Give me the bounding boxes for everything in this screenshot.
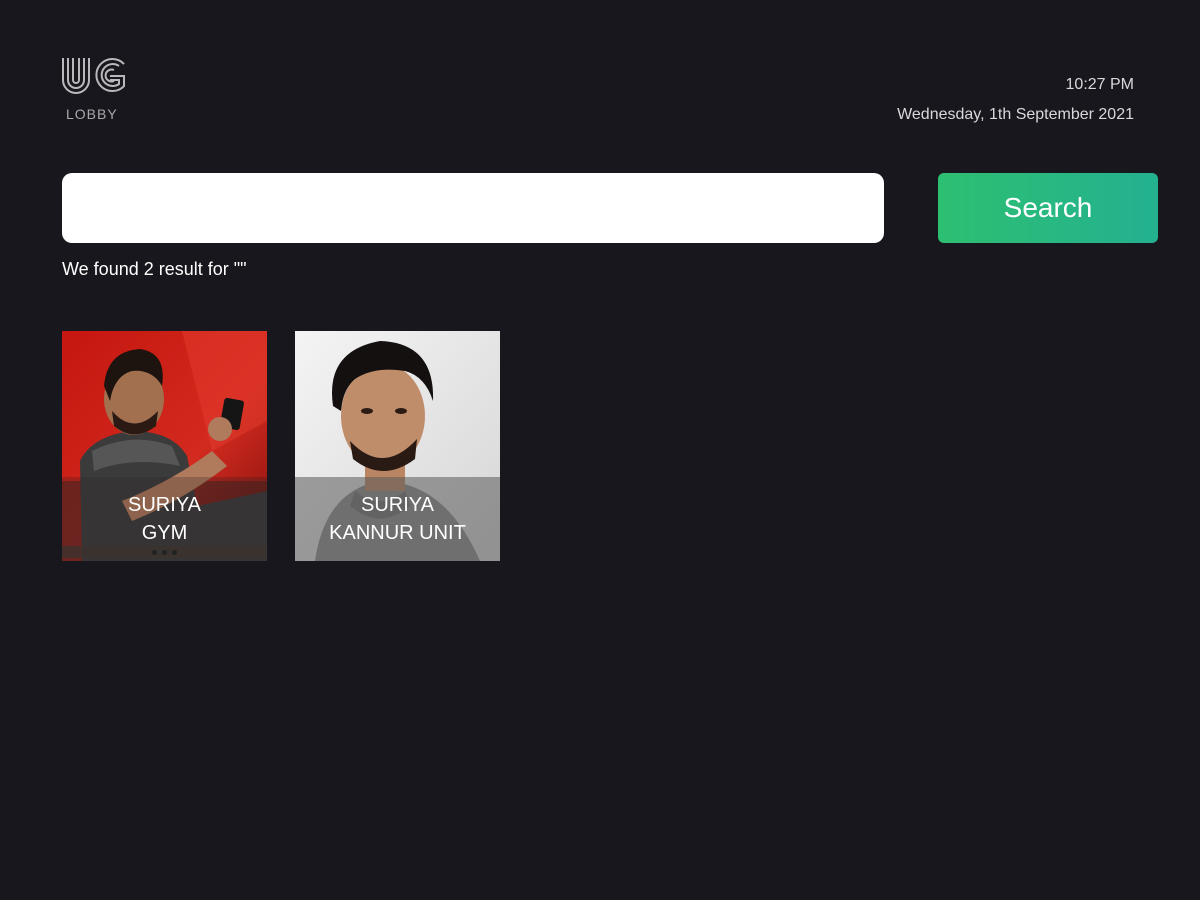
search-button[interactable]: Search	[938, 173, 1158, 243]
card-title: SURIYA	[361, 494, 434, 516]
logo-label: LOBBY	[66, 106, 118, 122]
result-card[interactable]: SURIYA KANNUR UNIT	[295, 331, 500, 561]
result-card[interactable]: SURIYA GYM	[62, 331, 267, 561]
card-subtitle: KANNUR UNIT	[329, 522, 466, 544]
results-grid: SURIYA GYM SURIYA KANNUR UNIT	[62, 331, 500, 561]
dots-decoration	[62, 546, 267, 558]
search-input[interactable]	[62, 173, 884, 243]
logo: LOBBY	[60, 54, 130, 122]
card-subtitle: GYM	[141, 522, 188, 544]
current-time: 10:27 PM	[1065, 76, 1134, 93]
lobby-screen: LOBBY 10:27 PM Wednesday, 1th September …	[0, 0, 1200, 900]
current-date: Wednesday, 1th September 2021	[897, 106, 1134, 123]
card-caption: SURIYA KANNUR UNIT	[295, 477, 500, 561]
ug-logo-icon	[62, 58, 125, 94]
card-title: SURIYA	[128, 494, 201, 516]
result-summary: We found 2 result for ""	[62, 259, 247, 279]
clock: 10:27 PM Wednesday, 1th September 2021	[897, 76, 1134, 124]
